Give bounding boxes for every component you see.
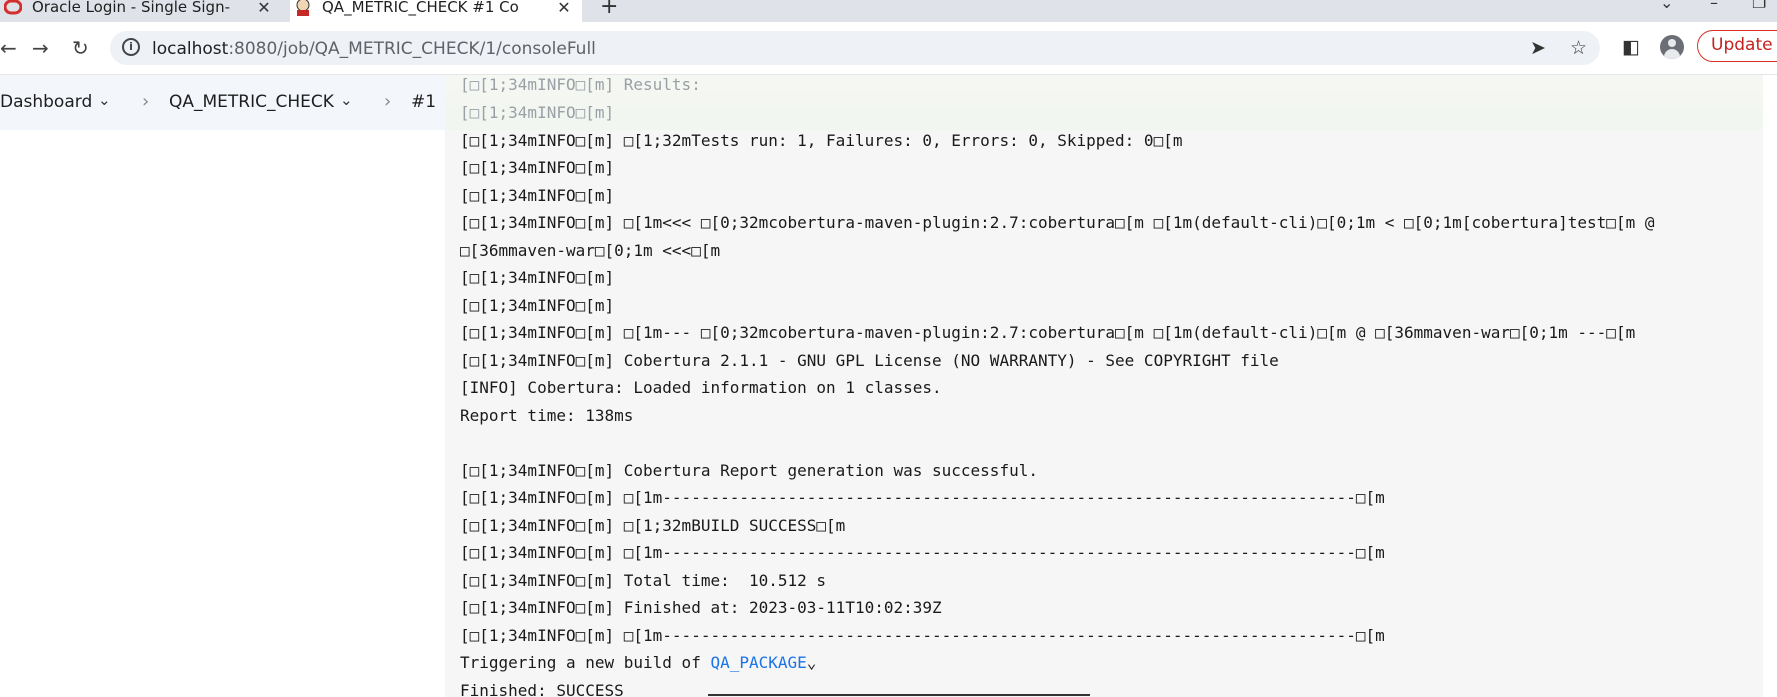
update-button[interactable]: Update	[1697, 30, 1777, 62]
tab-search-icon[interactable]: ⌄	[1660, 0, 1673, 12]
console-line: [□[1;34mINFO□[m]	[460, 268, 615, 287]
site-info-icon[interactable]: i	[122, 38, 140, 56]
bottom-divider	[708, 694, 1090, 696]
console-finished-line: Finished: SUCCESS	[460, 681, 624, 697]
breadcrumb-separator-icon: ›	[384, 91, 392, 112]
tab-title: Oracle Login - Single Sign-	[32, 0, 231, 16]
console-output: [□[1;34mINFO□[m] Results: [□[1;34mINFO□[…	[445, 75, 1763, 697]
console-line: □[36mmaven-war□[0;1m <<<□[m	[460, 241, 721, 260]
console-line: [□[1;34mINFO□[m] □[1;32mTests run: 1, Fa…	[460, 131, 1183, 150]
breadcrumb-dashboard[interactable]: Dashboard	[0, 92, 92, 112]
console-trigger-line: Triggering a new build of QA_PACKAGE⌄	[460, 653, 817, 672]
close-tab-icon[interactable]: ✕	[554, 0, 574, 17]
console-line: [□[1;34mINFO□[m] □[1m--- □[0;32mcobertur…	[460, 323, 1636, 342]
console-line: [□[1;34mINFO□[m]	[460, 158, 615, 177]
console-line: [□[1;34mINFO□[m]	[460, 103, 615, 122]
chevron-down-icon[interactable]: ⌄	[340, 91, 353, 109]
close-tab-icon[interactable]: ✕	[254, 0, 274, 17]
breadcrumb: Dashboard ⌄ › QA_METRIC_CHECK ⌄ › #1	[0, 75, 445, 130]
restore-icon[interactable]: ❐	[1752, 0, 1766, 12]
tab-title: QA_METRIC_CHECK #1 Co	[322, 0, 519, 16]
console-line: Report time: 138ms	[460, 406, 634, 425]
side-panel-icon[interactable]: ◧	[1622, 36, 1640, 58]
breadcrumb-job[interactable]: QA_METRIC_CHECK	[169, 92, 334, 112]
new-tab-icon[interactable]: +	[600, 0, 618, 19]
chevron-down-icon[interactable]: ⌄	[807, 653, 817, 672]
reload-icon[interactable]: ↻	[72, 36, 89, 60]
console-line: [INFO] Cobertura: Loaded information on …	[460, 378, 942, 397]
console-line: [□[1;34mINFO□[m] Finished at: 2023-03-11…	[460, 598, 942, 617]
console-line: [□[1;34mINFO□[m] Results:	[460, 75, 701, 94]
jenkins-icon	[296, 0, 310, 16]
profile-avatar-icon[interactable]	[1660, 35, 1684, 59]
send-icon[interactable]: ➤	[1530, 37, 1546, 59]
breadcrumb-build[interactable]: #1	[411, 92, 436, 112]
console-line: [□[1;34mINFO□[m] □[1m<<< □[0;32mcobertur…	[460, 213, 1655, 232]
bookmark-star-icon[interactable]: ☆	[1570, 37, 1587, 59]
console-line: [□[1;34mINFO□[m] Total time: 10.512 s	[460, 571, 827, 590]
console-line: [□[1;34mINFO□[m] □[1m-------------------…	[460, 543, 1385, 562]
tab-oracle-login[interactable]: Oracle Login - Single Sign- ✕	[0, 0, 282, 22]
chevron-down-icon[interactable]: ⌄	[98, 91, 111, 109]
minimize-icon[interactable]: –	[1710, 0, 1718, 12]
tab-qa-metric-check[interactable]: QA_METRIC_CHECK #1 Co ✕	[290, 0, 582, 22]
console-line: [□[1;34mINFO□[m]	[460, 296, 615, 315]
oracle-icon	[4, 0, 22, 15]
console-line: [□[1;34mINFO□[m] □[1;32mBUILD SUCCESS□[m	[460, 516, 846, 535]
browser-toolbar: ← → ↻ i localhost:8080/job/QA_METRIC_CHE…	[0, 22, 1777, 75]
console-line: [□[1;34mINFO□[m] Cobertura 2.1.1 - GNU G…	[460, 351, 1279, 370]
address-bar[interactable]: i localhost:8080/job/QA_METRIC_CHECK/1/c…	[110, 31, 1600, 65]
breadcrumb-separator-icon: ›	[142, 91, 150, 112]
forward-icon[interactable]: →	[32, 36, 49, 60]
console-line: [□[1;34mINFO□[m]	[460, 186, 615, 205]
console-line: [□[1;34mINFO□[m] □[1m-------------------…	[460, 626, 1385, 645]
back-icon[interactable]: ←	[0, 36, 17, 60]
console-line: [□[1;34mINFO□[m] Cobertura Report genera…	[460, 461, 1038, 480]
qa-package-link[interactable]: QA_PACKAGE	[710, 653, 806, 672]
url-text[interactable]: localhost:8080/job/QA_METRIC_CHECK/1/con…	[152, 39, 596, 59]
console-line: [□[1;34mINFO□[m] □[1m-------------------…	[460, 488, 1385, 507]
tab-strip: Oracle Login - Single Sign- ✕ QA_METRIC_…	[0, 0, 1777, 22]
